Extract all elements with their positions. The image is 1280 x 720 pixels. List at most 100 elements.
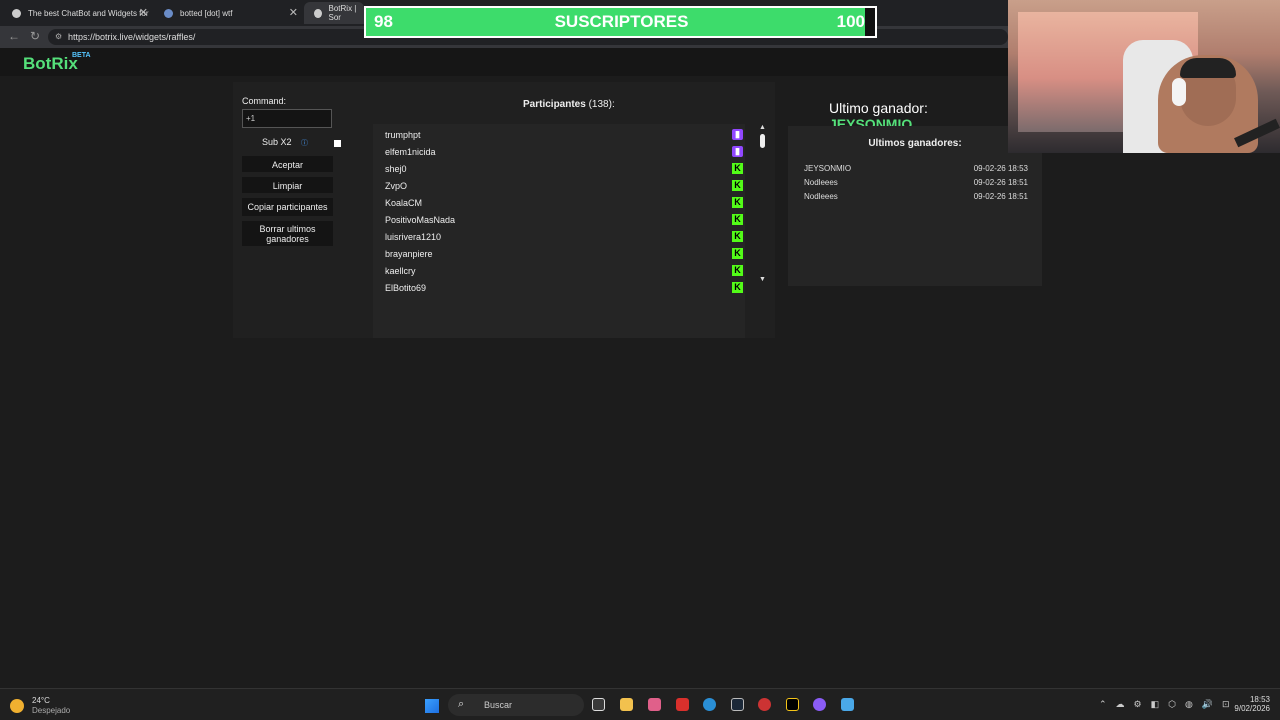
winner-time: 09-02-26 18:51 (973, 178, 1028, 187)
scroll-up-icon[interactable]: ▲ (759, 124, 766, 131)
kick-platform-icon: K (732, 265, 743, 276)
info-icon[interactable]: ⓘ (301, 138, 308, 148)
twitch-platform-icon: ▮ (732, 146, 743, 157)
browser-tab-botrix-home[interactable]: The best ChatBot and Widgets for ✕ (2, 2, 154, 24)
participant-name: KoalaCM (385, 198, 423, 208)
winner-time: 09-02-26 18:51 (973, 192, 1028, 201)
kick-platform-icon: K (732, 248, 743, 259)
beta-badge: BETA (72, 52, 91, 59)
wps-office-icon[interactable] (676, 698, 689, 711)
weather-moon-icon (10, 699, 24, 713)
browser-tab-botrix-raffles[interactable]: BotRix | Sor (304, 2, 364, 24)
file-explorer-icon[interactable] (620, 698, 633, 711)
site-header: BotRix BETA (0, 48, 1008, 76)
winner-row: JEYSONMIO 09-02-26 18:53 (804, 164, 1028, 173)
command-label: Command: (242, 96, 287, 106)
windows-taskbar: 24°C Despejado ⌕ Buscar ⌃☁⚙◧⬡◍🔊⊡ 18:53 9… (0, 688, 1280, 720)
participant-name: shej0 (385, 164, 407, 174)
notepad-icon[interactable] (841, 698, 854, 711)
capcut-icon[interactable] (786, 698, 799, 711)
kick-platform-icon: K (732, 180, 743, 191)
scroll-down-icon[interactable]: ▼ (759, 276, 766, 283)
tab-label: BotRix | Sor (328, 4, 357, 22)
participant-row[interactable]: ElBotito69 K (385, 279, 745, 296)
subscriber-goal-count: 100 (836, 12, 865, 31)
scroll-thumb[interactable] (760, 134, 765, 148)
copilot-icon[interactable] (648, 698, 661, 711)
botrix-favicon-icon (314, 8, 322, 18)
participant-row[interactable]: trumphpt ▮ (385, 126, 745, 143)
accept-button[interactable]: Aceptar (242, 156, 333, 172)
close-tab-icon[interactable]: ✕ (139, 6, 148, 19)
winner-name: Nodleees (804, 192, 838, 201)
weather-temperature: 24°C (32, 696, 50, 705)
kick-platform-icon: K (732, 163, 743, 174)
participant-name: PositivoMasNada (385, 215, 456, 225)
search-placeholder: Buscar (484, 700, 513, 710)
system-tray-icons[interactable]: ⌃☁⚙◧⬡◍🔊⊡ (1099, 699, 1239, 710)
twitch-platform-icon: ▮ (732, 129, 743, 140)
kick-platform-icon: K (732, 197, 743, 208)
webcam-overlay (1008, 0, 1280, 153)
tab-label: The best ChatBot and Widgets for (28, 8, 149, 18)
site-info-icon[interactable]: ⚙ (55, 32, 62, 41)
chrome-icon[interactable] (758, 698, 771, 711)
participant-name: luisrivera1210 (385, 232, 442, 242)
participants-colon: : (611, 99, 615, 110)
participant-row[interactable]: luisrivera1210 K (385, 228, 745, 245)
last-winners-title: Ultimos ganadores: (868, 138, 962, 149)
reload-icon[interactable]: ↻ (30, 29, 40, 43)
back-arrow-icon[interactable]: ← (8, 29, 20, 43)
kick-platform-icon: K (732, 231, 743, 242)
participants-title: Participantes (523, 99, 586, 110)
webcam-headset (1172, 78, 1186, 106)
participants-list[interactable]: trumphpt ▮ elfem1nicida ▮ shej0 K ZvpO K KoalaCM… (373, 124, 745, 338)
participants-heading: Participantes (138): (523, 99, 615, 110)
raffle-panel: Command: Sub X2 ⓘ Aceptar Limpiar Copiar… (233, 82, 775, 338)
participant-row[interactable]: shej0 K (385, 160, 745, 177)
participant-row[interactable]: ZvpO K (385, 177, 745, 194)
weather-condition: Despejado (32, 706, 71, 715)
participant-row[interactable]: KoalaCM K (385, 194, 745, 211)
subscriber-goal-overlay: SUSCRIPTORES 98 100 (364, 6, 877, 38)
subscriber-current-count: 98 (374, 12, 393, 31)
steam-icon[interactable] (731, 698, 744, 711)
sub-x2-label: Sub X2 (262, 137, 292, 147)
participants-scrollbar[interactable]: ▲ ▼ (757, 124, 767, 288)
botrix-favicon-icon (12, 8, 21, 18)
participant-name: brayanpiere (385, 249, 433, 259)
clock-time: 18:53 (1249, 695, 1270, 704)
botrix-logo[interactable]: BotRix BETA (23, 52, 91, 74)
winner-name: Nodleees (804, 178, 838, 187)
participant-row[interactable]: brayanpiere K (385, 245, 745, 262)
windows-start-icon[interactable] (425, 699, 439, 713)
clear-button[interactable]: Limpiar (242, 177, 333, 193)
participant-row[interactable]: kaellcry K (385, 262, 745, 279)
copy-participants-button[interactable]: Copiar participantes (242, 198, 333, 216)
browser-tab-botted[interactable]: botted [dot] wtf ✕ (154, 2, 304, 24)
botted-favicon-icon (164, 8, 173, 18)
search-icon: ⌕ (458, 698, 465, 710)
task-view-icon[interactable] (592, 698, 605, 711)
edge-browser-icon[interactable] (703, 698, 716, 711)
winner-time: 09-02-26 18:53 (973, 164, 1028, 173)
logo-text: BotRix (23, 54, 78, 73)
taskbar-search[interactable]: ⌕ Buscar (448, 694, 584, 716)
sub-x2-checkbox[interactable] (334, 140, 341, 147)
botrix-page: BotRix BETA Command: Sub X2 ⓘ Aceptar Li… (0, 48, 1042, 688)
delete-label-line1: Borrar ultimos (259, 224, 316, 234)
participant-name: ElBotito69 (385, 283, 427, 293)
command-input[interactable] (242, 109, 332, 128)
delete-label-line2: ganadores (266, 234, 309, 244)
discord-icon[interactable] (813, 698, 826, 711)
participant-name: elfem1nicida (385, 147, 436, 157)
winner-row: Nodleees 09-02-26 18:51 (804, 192, 1028, 201)
clock-date: 9/02/2026 (1234, 704, 1270, 713)
close-tab-icon[interactable]: ✕ (289, 6, 298, 19)
participant-row[interactable]: PositivoMasNada K (385, 211, 745, 228)
winner-name: JEYSONMIO (804, 164, 852, 173)
participant-row[interactable]: elfem1nicida ▮ (385, 143, 745, 160)
delete-last-winners-button[interactable]: Borrar ultimos ganadores (242, 221, 333, 246)
subscriber-goal-label: SUSCRIPTORES (554, 12, 689, 31)
taskbar-clock[interactable]: 18:53 9/02/2026 (1230, 695, 1270, 713)
